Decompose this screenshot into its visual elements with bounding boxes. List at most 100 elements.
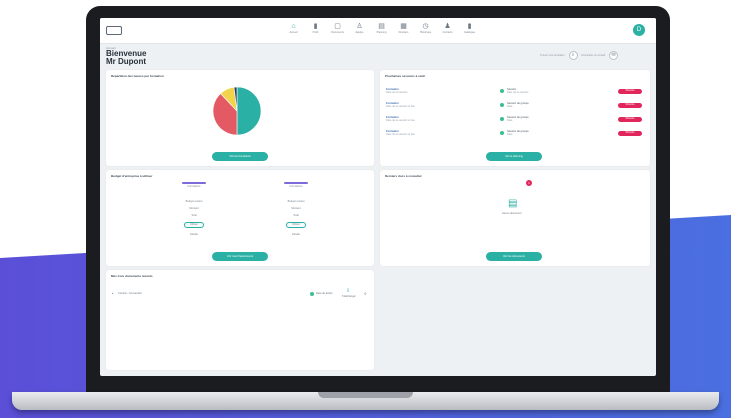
calendar-icon: ▤ <box>378 23 385 30</box>
search-icon[interactable]: ⌕ <box>568 51 578 60</box>
hours-distribution-card: Répartition des heures par formation non… <box>106 70 374 198</box>
budget-col-b-accent <box>284 182 308 184</box>
latest-docs-card: Derniers docs à consulter 1 ▤ Aucun docu… <box>380 170 650 266</box>
hours-pie-chart <box>212 86 262 136</box>
folder-icon: ▦ <box>400 23 407 30</box>
budget-col-a-line-2: Montant <box>189 207 199 210</box>
search-icon[interactable]: ⌕ <box>364 291 367 297</box>
nav-label: Contacts <box>442 31 453 34</box>
clock-icon: ◷ <box>422 23 429 30</box>
find-training-link[interactable]: Trouver une formation <box>540 54 565 57</box>
download-link[interactable]: Télécharger <box>342 295 356 298</box>
view-trainings-button[interactable]: Voir les formations <box>212 152 268 161</box>
nav-item-3[interactable]: ♙ Equipe <box>350 20 369 42</box>
session-status-dot <box>500 131 504 135</box>
person-icon: ♙ <box>356 23 363 30</box>
laptop-mockup: ⌂ Accueil ▮ Profil ▢ Documents ♙ Equipe ▤ Plannin… <box>0 0 731 418</box>
card-title: Prochaines sessions à venir <box>385 74 426 78</box>
item-subtitle: Date de la session et lieu <box>386 105 415 108</box>
budget-col-b-line-3: Total <box>293 214 299 217</box>
book-icon: ▮ <box>467 23 472 30</box>
session-status-dot <box>500 103 504 107</box>
nav-item-0[interactable]: ⌂ Accueil <box>284 20 303 42</box>
view-funding-button[interactable]: Voir mes financements <box>212 252 268 261</box>
card-title: Derniers docs à consulter <box>385 174 422 178</box>
card-title: Budget d'entreprise à utiliser <box>111 174 153 178</box>
empty-docs-text: Aucun document <box>502 212 522 215</box>
budget-col-b-head: Formations <box>289 185 303 188</box>
play-icon: ▸ <box>112 292 114 295</box>
budget-col-a-line-3: Total <box>191 214 197 217</box>
nav-item-7[interactable]: ♟ Contacts <box>438 20 457 42</box>
upcoming-sessions-card: Prochaines sessions à venir Formation Dat… <box>380 70 650 166</box>
request-advice-link[interactable]: Demander un conseil <box>582 54 606 57</box>
use-label: Utiliser <box>190 223 198 226</box>
home-icon: ⌂ <box>291 23 296 30</box>
budget-col-a-use-button[interactable]: Utiliser <box>184 222 204 228</box>
card-title: Répartition des heures par formation <box>111 74 164 78</box>
budget-card: Budget d'entreprise à utiliser Formation… <box>106 170 374 266</box>
item-subtitle: Date <box>507 133 513 136</box>
budget-col-a-line-1: Budget restant <box>185 200 203 203</box>
header-actions: Trouver une formation ⌕ Demander un cons… <box>540 51 619 60</box>
upcoming-left-item[interactable]: Formation Date de la session et lieu <box>386 102 415 108</box>
budget-col-a-details-link[interactable]: Détails <box>182 233 206 236</box>
register-badge[interactable]: S'inscrire <box>618 103 642 108</box>
document-icon: ▤ <box>508 198 518 209</box>
item-subtitle: Date de la session et lieu <box>386 119 415 122</box>
session-status-dot <box>500 117 504 121</box>
session-status-dot <box>500 89 504 93</box>
download-icon[interactable]: ⇩ <box>346 288 350 294</box>
nav-label: Catalogue <box>463 31 476 34</box>
nav-item-6[interactable]: ◷ Historique <box>416 20 435 42</box>
nav-item-8[interactable]: ▮ Catalogue <box>460 20 479 42</box>
welcome-line-2: Mr Dupont <box>106 57 146 66</box>
upcoming-left-item[interactable]: Formation Date de la session et lieu <box>386 130 415 136</box>
view-documents-button[interactable]: Voir les documents <box>486 252 542 261</box>
avatar[interactable]: D <box>633 24 645 36</box>
nav-item-2[interactable]: ▢ Documents <box>328 20 347 42</box>
use-label: Utiliser <box>292 223 300 226</box>
item-subtitle: Date de la session <box>386 91 408 94</box>
recent-document-title[interactable]: Contrat - Convention <box>118 292 142 295</box>
budget-col-b-line-2: Montant <box>291 207 301 210</box>
page-title: Bienvenue Mr Dupont <box>106 50 146 66</box>
nav-label: Planning <box>376 31 387 34</box>
chat-icon[interactable]: ✉ <box>609 51 619 60</box>
item-subtitle: Date de la session <box>507 91 529 94</box>
item-subtitle: Date <box>507 119 513 122</box>
upcoming-right-item[interactable]: Session de groupe Date <box>507 130 529 136</box>
group-icon: ♟ <box>444 23 451 30</box>
nav-label: Accueil <box>289 31 298 34</box>
nav-label: Documents <box>331 31 344 34</box>
notification-badge: 1 <box>526 180 532 186</box>
budget-col-a-head: Formations <box>187 185 201 188</box>
recent-document-meta: Date de dépôt <box>316 292 333 295</box>
nav-label: Dossiers <box>398 31 409 34</box>
upcoming-left-item[interactable]: Formation Date de la session et lieu <box>386 116 415 122</box>
upcoming-right-item[interactable]: Session Date de la session <box>507 88 528 94</box>
nav-item-4[interactable]: ▤ Planning <box>372 20 391 42</box>
upcoming-left-item[interactable]: Formation Date de la session <box>386 88 407 94</box>
register-badge[interactable]: S'inscrire <box>618 117 642 122</box>
upcoming-right-item[interactable]: Session de groupe Date <box>507 102 529 108</box>
laptop-notch <box>318 392 413 398</box>
nav-item-1[interactable]: ▮ Profil <box>306 20 325 42</box>
recent-documents-card: Mes trois documents récents ▸ Contrat - … <box>106 270 374 370</box>
view-planning-button[interactable]: Voir le planning <box>486 152 542 161</box>
user-icon: ▮ <box>313 23 318 30</box>
budget-col-b-use-button[interactable]: Utiliser <box>286 222 306 228</box>
upcoming-right-item[interactable]: Session de groupe Date <box>507 116 529 122</box>
pie-slice-0 <box>236 86 262 136</box>
register-badge[interactable]: S'inscrire <box>618 89 642 94</box>
card-title: Mes trois documents récents <box>111 274 153 278</box>
nav-item-5[interactable]: ▦ Dossiers <box>394 20 413 42</box>
document-icon: ▢ <box>334 23 341 30</box>
nav-label: Profil <box>312 31 319 34</box>
logo[interactable] <box>106 26 122 35</box>
main-nav: ⌂ Accueil ▮ Profil ▢ Documents ♙ Equipe ▤ Plannin… <box>284 20 479 42</box>
budget-col-b-details-link[interactable]: Détails <box>284 233 308 236</box>
register-badge[interactable]: S'inscrire <box>618 131 642 136</box>
budget-col-a-accent <box>182 182 206 184</box>
status-dot <box>310 292 314 296</box>
